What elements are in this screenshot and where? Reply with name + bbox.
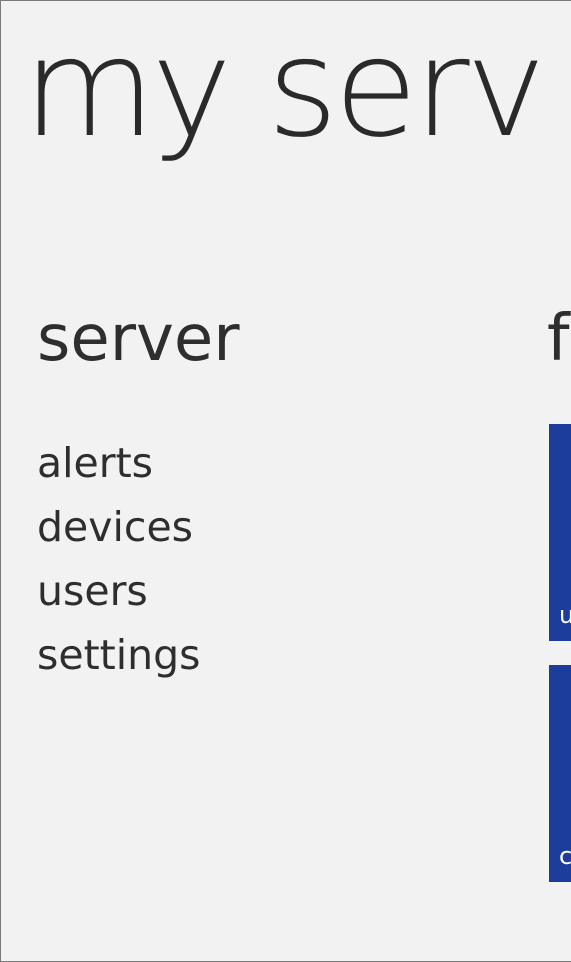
app-window: my serv server alerts devices users sett… — [0, 0, 571, 962]
page-title: my serv — [23, 10, 546, 168]
server-section-heading: server — [37, 302, 240, 376]
nav-item-settings[interactable]: settings — [37, 617, 201, 693]
second-section-heading: f — [547, 302, 570, 376]
tile-2-label: c — [559, 842, 571, 870]
tile-2[interactable]: c — [549, 665, 571, 882]
tile-1-label: u — [559, 603, 571, 627]
server-nav-list: alerts devices users settings — [37, 437, 201, 693]
tile-1[interactable]: u — [549, 424, 571, 641]
